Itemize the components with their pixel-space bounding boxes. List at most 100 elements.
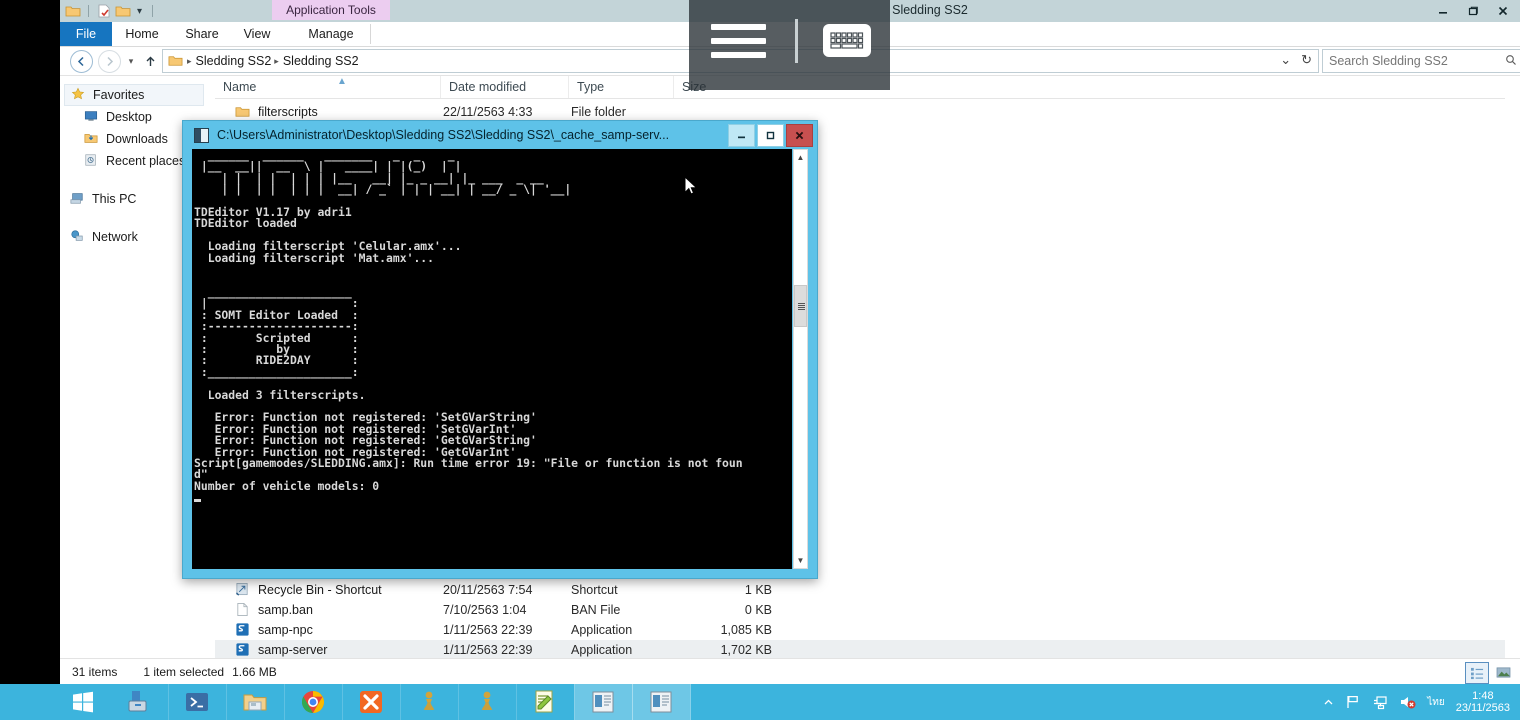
- table-row[interactable]: filterscripts 22/11/2563 4:33 File folde…: [215, 102, 1505, 122]
- clock-date: 23/11/2563: [1455, 702, 1510, 714]
- row-date-cell: 22/11/2563 4:33: [443, 105, 533, 119]
- taskbar-item-console-1[interactable]: [574, 684, 633, 720]
- console-caret: [194, 499, 201, 503]
- taskbar-item-notepadpp[interactable]: [516, 684, 575, 720]
- row-name-cell: samp.ban: [235, 602, 313, 618]
- close-button[interactable]: [1488, 0, 1518, 22]
- flag-icon[interactable]: [1345, 694, 1361, 710]
- system-tray: ไทย 1:48 23/11/2563: [1323, 684, 1520, 720]
- console-window: C:\Users\Administrator\Desktop\Sledding …: [182, 120, 818, 579]
- column-header-name[interactable]: Name ▲: [215, 76, 440, 98]
- tab-file[interactable]: File: [60, 22, 112, 46]
- sidebar-label-network: Network: [92, 230, 138, 244]
- tab-view[interactable]: View: [232, 22, 282, 46]
- console-scrollbar-grip: [798, 303, 805, 310]
- hamburger-line-2: [711, 38, 766, 44]
- search-icon[interactable]: [1505, 54, 1517, 69]
- taskbar-item-samp-server-2[interactable]: [458, 684, 517, 720]
- table-row[interactable]: samp-npc 1/11/2563 22:39 Application 1,0…: [215, 620, 1505, 640]
- taskbar-item-xampp[interactable]: [342, 684, 401, 720]
- restore-button[interactable]: [1458, 0, 1488, 22]
- show-hidden-icons-button[interactable]: [1323, 697, 1334, 708]
- tab-home[interactable]: Home: [112, 22, 172, 46]
- window-controls: [1428, 0, 1518, 22]
- console-app-icon: [194, 127, 209, 143]
- console-scroll-up-arrow[interactable]: ▲: [794, 150, 807, 165]
- row-size-cell: 1,085 KB: [720, 623, 772, 637]
- console-caret-line: [192, 492, 792, 504]
- tab-share[interactable]: Share: [172, 22, 232, 46]
- row-type-cell: Shortcut: [571, 583, 618, 597]
- keyboard-icon[interactable]: [823, 24, 871, 57]
- breadcrumb-2[interactable]: ▸ Sledding SS2: [274, 54, 358, 68]
- qat-separator: [88, 5, 89, 17]
- table-row[interactable]: samp-server 1/11/2563 22:39 Application …: [215, 640, 1505, 660]
- taskbar-item-console-2[interactable]: [632, 684, 691, 720]
- large-icons-view-icon[interactable]: [1492, 662, 1514, 682]
- hamburger-menu-icon[interactable]: [711, 24, 766, 58]
- breadcrumb-1[interactable]: ▸ Sledding SS2: [187, 54, 271, 68]
- sidebar-item-favorites[interactable]: Favorites: [64, 84, 204, 106]
- console-output-area[interactable]: ______ ______ _______ _ _ _ |__ __|| __ …: [192, 149, 792, 569]
- sidebar-label-this-pc: This PC: [92, 192, 137, 206]
- breadcrumb-sep-2: ▸: [274, 55, 279, 66]
- console-close-button[interactable]: [786, 124, 813, 147]
- row-name-cell: samp-npc: [235, 622, 313, 638]
- column-label-name: Name: [223, 80, 257, 94]
- refresh-icon[interactable]: ↻: [1301, 52, 1312, 68]
- taskbar-item-server-manager[interactable]: [110, 684, 169, 720]
- column-header-type[interactable]: Type: [568, 76, 673, 98]
- row-date-cell: 20/11/2563 7:54: [443, 583, 533, 597]
- search-box[interactable]: Search Sledding SS2: [1322, 49, 1520, 73]
- start-button[interactable]: [60, 684, 106, 720]
- properties-folder-icon[interactable]: [115, 3, 131, 19]
- app-icon: [235, 642, 251, 658]
- view-mode-buttons: [1465, 662, 1514, 684]
- clock[interactable]: 1:48 23/11/2563: [1456, 690, 1510, 714]
- folder-icon: [235, 104, 251, 120]
- row-type-cell: Application: [571, 623, 633, 637]
- recent-locations-icon[interactable]: ▾: [122, 51, 140, 71]
- console-scrollbar[interactable]: ▲ ▼: [793, 149, 808, 569]
- taskbar-item-samp-server-1[interactable]: [400, 684, 459, 720]
- taskbar-item-powershell[interactable]: [168, 684, 227, 720]
- row-size-cell: 0 KB: [744, 603, 772, 617]
- contextual-tab-header: Application Tools: [272, 0, 390, 20]
- hamburger-line-3: [711, 52, 766, 58]
- console-minimize-button[interactable]: [728, 124, 755, 147]
- console-maximize-button[interactable]: [757, 124, 784, 147]
- sidebar-label-desktop: Desktop: [106, 110, 152, 124]
- console-scrollbar-thumb[interactable]: [794, 285, 807, 327]
- taskbar-item-file-explorer[interactable]: [226, 684, 285, 720]
- back-button[interactable]: [70, 50, 93, 73]
- table-row[interactable]: samp.ban 7/10/2563 1:04 BAN File 0 KB: [215, 600, 1505, 620]
- address-history-icon[interactable]: ⌄: [1280, 52, 1291, 68]
- desktop-background-left: [0, 0, 60, 684]
- table-row[interactable]: Recycle Bin - Shortcut 20/11/2563 7:54 S…: [215, 580, 1505, 600]
- row-date-cell: 1/11/2563 22:39: [443, 623, 533, 637]
- folder-properties-icon[interactable]: [65, 3, 81, 19]
- console-title-bar[interactable]: C:\Users\Administrator\Desktop\Sledding …: [183, 121, 817, 149]
- minimize-button[interactable]: [1428, 0, 1458, 22]
- row-type-cell: BAN File: [571, 603, 621, 617]
- touch-overlay-panel: [689, 0, 890, 90]
- forward-button[interactable]: [98, 50, 121, 73]
- search-input[interactable]: Search Sledding SS2: [1329, 54, 1448, 68]
- taskbar-item-chrome[interactable]: [284, 684, 343, 720]
- console-scroll-down-arrow[interactable]: ▼: [794, 553, 807, 568]
- qat-dropdown-icon[interactable]: ▾: [134, 6, 145, 17]
- row-name-label: samp-server: [258, 643, 328, 657]
- volume-muted-icon[interactable]: [1399, 694, 1416, 710]
- new-item-icon[interactable]: [96, 3, 112, 19]
- details-view-icon[interactable]: [1465, 662, 1489, 684]
- network-tray-icon[interactable]: [1372, 694, 1388, 710]
- column-header-date[interactable]: Date modified: [440, 76, 568, 98]
- language-indicator[interactable]: ไทย: [1427, 695, 1444, 710]
- status-selection-size: 1.66 MB: [232, 665, 277, 679]
- app-icon: [235, 622, 251, 638]
- console-window-controls: [728, 124, 813, 147]
- tab-manage[interactable]: Manage: [292, 22, 370, 46]
- row-date-cell: 7/10/2563 1:04: [443, 603, 527, 617]
- sort-ascending-icon: ▲: [337, 76, 347, 87]
- up-button[interactable]: [142, 51, 158, 71]
